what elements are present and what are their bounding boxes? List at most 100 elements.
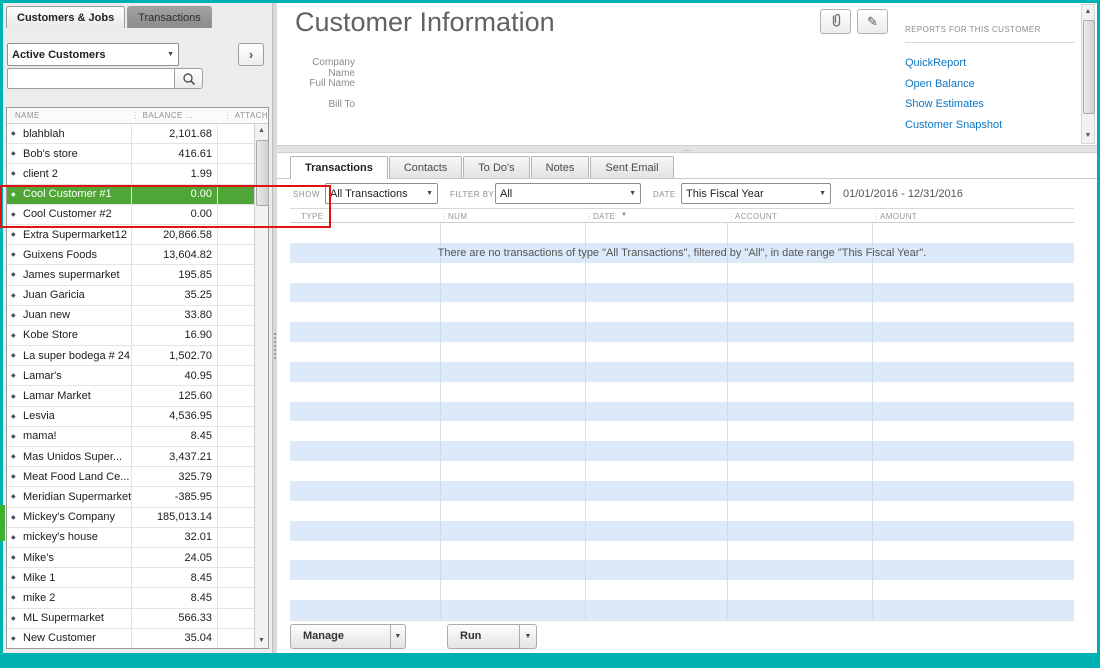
customer-row[interactable]: ◆ Bob's store 416.61: [7, 144, 254, 164]
customer-row[interactable]: ◆ Juan new 33.80: [7, 306, 254, 326]
tab-transactions-sidebar[interactable]: Transactions: [127, 6, 212, 28]
customer-name: Juan new: [23, 306, 132, 325]
scrollbar-thumb[interactable]: [256, 140, 269, 206]
scroll-down-icon[interactable]: ▼: [1082, 129, 1094, 143]
attach-file-button[interactable]: [820, 9, 851, 34]
customer-row[interactable]: ◆ Guixens Foods 13,604.82: [7, 245, 254, 265]
scroll-up-icon[interactable]: ▲: [1082, 5, 1094, 19]
link-quickreport[interactable]: QuickReport: [905, 53, 1075, 74]
tab-sent-email[interactable]: Sent Email: [590, 156, 673, 178]
customer-row[interactable]: ◆ Lamar's 40.95: [7, 366, 254, 386]
customer-row[interactable]: ◆ Cool Customer #1 0.00: [7, 185, 254, 205]
customer-balance: 35.25: [132, 286, 218, 305]
chevron-down-icon: ▼: [394, 633, 401, 640]
link-show-estimates[interactable]: Show Estimates: [905, 94, 1075, 115]
manage-transactions-menu-arrow[interactable]: ▼: [391, 624, 406, 649]
run-reports-button[interactable]: Run Reports ▼: [447, 624, 537, 649]
customer-row[interactable]: ◆ client 2 1.99: [7, 164, 254, 184]
run-reports-label[interactable]: Run Reports: [447, 624, 520, 649]
date-dropdown[interactable]: This Fiscal Year ▼: [681, 183, 831, 204]
customer-row[interactable]: ◆ Cool Customer #2 0.00: [7, 205, 254, 225]
customer-list-header: NAME ⋮ BALANCE ... ⋮ ATTACH: [7, 108, 268, 124]
tab-notes[interactable]: Notes: [531, 156, 590, 178]
customer-balance: 40.95: [132, 366, 218, 385]
customer-list-scrollbar[interactable]: ▲ ▼: [254, 124, 268, 648]
customer-row[interactable]: ◆ mickey's house 32.01: [7, 528, 254, 548]
horizontal-splitter[interactable]: …: [277, 145, 1097, 153]
diamond-icon: ◆: [7, 393, 23, 400]
customer-row[interactable]: ◆ Juan Garicia 35.25: [7, 286, 254, 306]
customer-row[interactable]: ◆ James supermarket 195.85: [7, 265, 254, 285]
transaction-row-empty: [290, 521, 1074, 541]
customer-row[interactable]: ◆ mama! 8.45: [7, 427, 254, 447]
search-button[interactable]: [175, 68, 203, 89]
customer-row[interactable]: ◆ Mike 1 8.45: [7, 568, 254, 588]
sidebar-search-row: [7, 68, 268, 89]
customer-row[interactable]: ◆ Kobe Store 16.90: [7, 326, 254, 346]
chevron-right-icon: ›: [249, 47, 253, 62]
customer-name: Kobe Store: [23, 326, 132, 345]
customer-name: New Customer: [23, 629, 132, 648]
customer-row[interactable]: ◆ blahblah 2,101.68: [7, 124, 254, 144]
customer-row[interactable]: ◆ Mas Unidos Super... 3,437.21: [7, 447, 254, 467]
column-header-name[interactable]: NAME: [7, 111, 131, 120]
field-label-full-name: Full Name: [285, 78, 355, 99]
manage-transactions-button[interactable]: Manage Transactions ▼: [290, 624, 406, 649]
column-header-num[interactable]: NUM: [448, 212, 467, 221]
diamond-icon: ◆: [7, 372, 23, 379]
customer-row[interactable]: ◆ Mickey's Company 185,013.14: [7, 508, 254, 528]
column-header-date[interactable]: DATE: [593, 212, 615, 221]
customer-row[interactable]: ◆ mike 2 8.45: [7, 588, 254, 608]
customers-sidebar: Customers & Jobs Transactions Active Cus…: [3, 3, 273, 653]
info-panel-scrollbar[interactable]: ▲ ▼: [1081, 4, 1095, 144]
customer-row[interactable]: ◆ Meridian Supermarket -385.95: [7, 487, 254, 507]
customer-filter-dropdown[interactable]: Active Customers ▼: [7, 43, 179, 66]
column-header-attach[interactable]: ATTACH: [235, 111, 268, 120]
reports-section: REPORTS FOR THIS CUSTOMER QuickReport Op…: [905, 25, 1075, 135]
tab-todos[interactable]: To Do's: [463, 156, 529, 178]
customer-name: Meridian Supermarket: [23, 487, 132, 506]
filter-dropdown[interactable]: All ▼: [495, 183, 641, 204]
run-reports-menu-arrow[interactable]: ▼: [520, 624, 536, 649]
customer-balance: 0.00: [132, 185, 218, 204]
customer-row[interactable]: ◆ New Customer 35.04: [7, 629, 254, 648]
customer-name: Mas Unidos Super...: [23, 447, 132, 466]
edit-customer-button[interactable]: ✎: [857, 9, 888, 34]
tab-customers-and-jobs[interactable]: Customers & Jobs: [6, 6, 125, 28]
splitter-grip: [274, 333, 276, 359]
customer-row[interactable]: ◆ Mike's 24.05: [7, 548, 254, 568]
show-dropdown[interactable]: All Transactions ▼: [325, 183, 438, 204]
scroll-up-icon[interactable]: ▲: [255, 124, 268, 138]
tab-contacts[interactable]: Contacts: [389, 156, 462, 178]
date-range-text: 01/01/2016 - 12/31/2016: [843, 188, 963, 200]
customer-row[interactable]: ◆ Extra Supermarket12 20,866.58: [7, 225, 254, 245]
customer-row[interactable]: ◆ Lesvia 4,536.95: [7, 407, 254, 427]
column-header-type[interactable]: TYPE: [301, 212, 324, 221]
column-header-balance[interactable]: BALANCE ...: [143, 111, 224, 120]
customer-name: Lamar's: [23, 366, 132, 385]
customer-row[interactable]: ◆ Lamar Market 125.60: [7, 386, 254, 406]
chevron-down-icon: ▼: [815, 190, 826, 197]
link-open-balance[interactable]: Open Balance: [905, 74, 1075, 95]
manage-transactions-label[interactable]: Manage Transactions: [290, 624, 391, 649]
column-header-amount[interactable]: AMOUNT: [880, 212, 917, 221]
scroll-down-icon[interactable]: ▼: [255, 634, 268, 648]
transaction-row-empty: [290, 600, 1074, 620]
tab-transactions[interactable]: Transactions: [290, 156, 388, 179]
customer-row[interactable]: ◆ ML Supermarket 566.33: [7, 609, 254, 629]
column-header-account[interactable]: ACCOUNT: [735, 212, 777, 221]
transaction-row-empty: [290, 342, 1074, 362]
customer-search-input[interactable]: [7, 68, 175, 89]
collapse-sidebar-button[interactable]: ›: [238, 43, 264, 66]
diamond-icon: ◆: [7, 453, 23, 460]
column-separator-icon: ⋮: [131, 111, 139, 120]
scrollbar-thumb[interactable]: [1083, 20, 1095, 114]
customer-name: Lamar Market: [23, 386, 132, 405]
show-value: All Transactions: [330, 188, 408, 200]
customer-row[interactable]: ◆ La super bodega # 24 1,502.70: [7, 346, 254, 366]
link-customer-snapshot[interactable]: Customer Snapshot: [905, 115, 1075, 136]
customer-name: James supermarket: [23, 265, 132, 284]
customer-row[interactable]: ◆ Meat Food Land Ce... 325.79: [7, 467, 254, 487]
diamond-icon: ◆: [7, 352, 23, 359]
filter-value: All: [500, 188, 512, 200]
